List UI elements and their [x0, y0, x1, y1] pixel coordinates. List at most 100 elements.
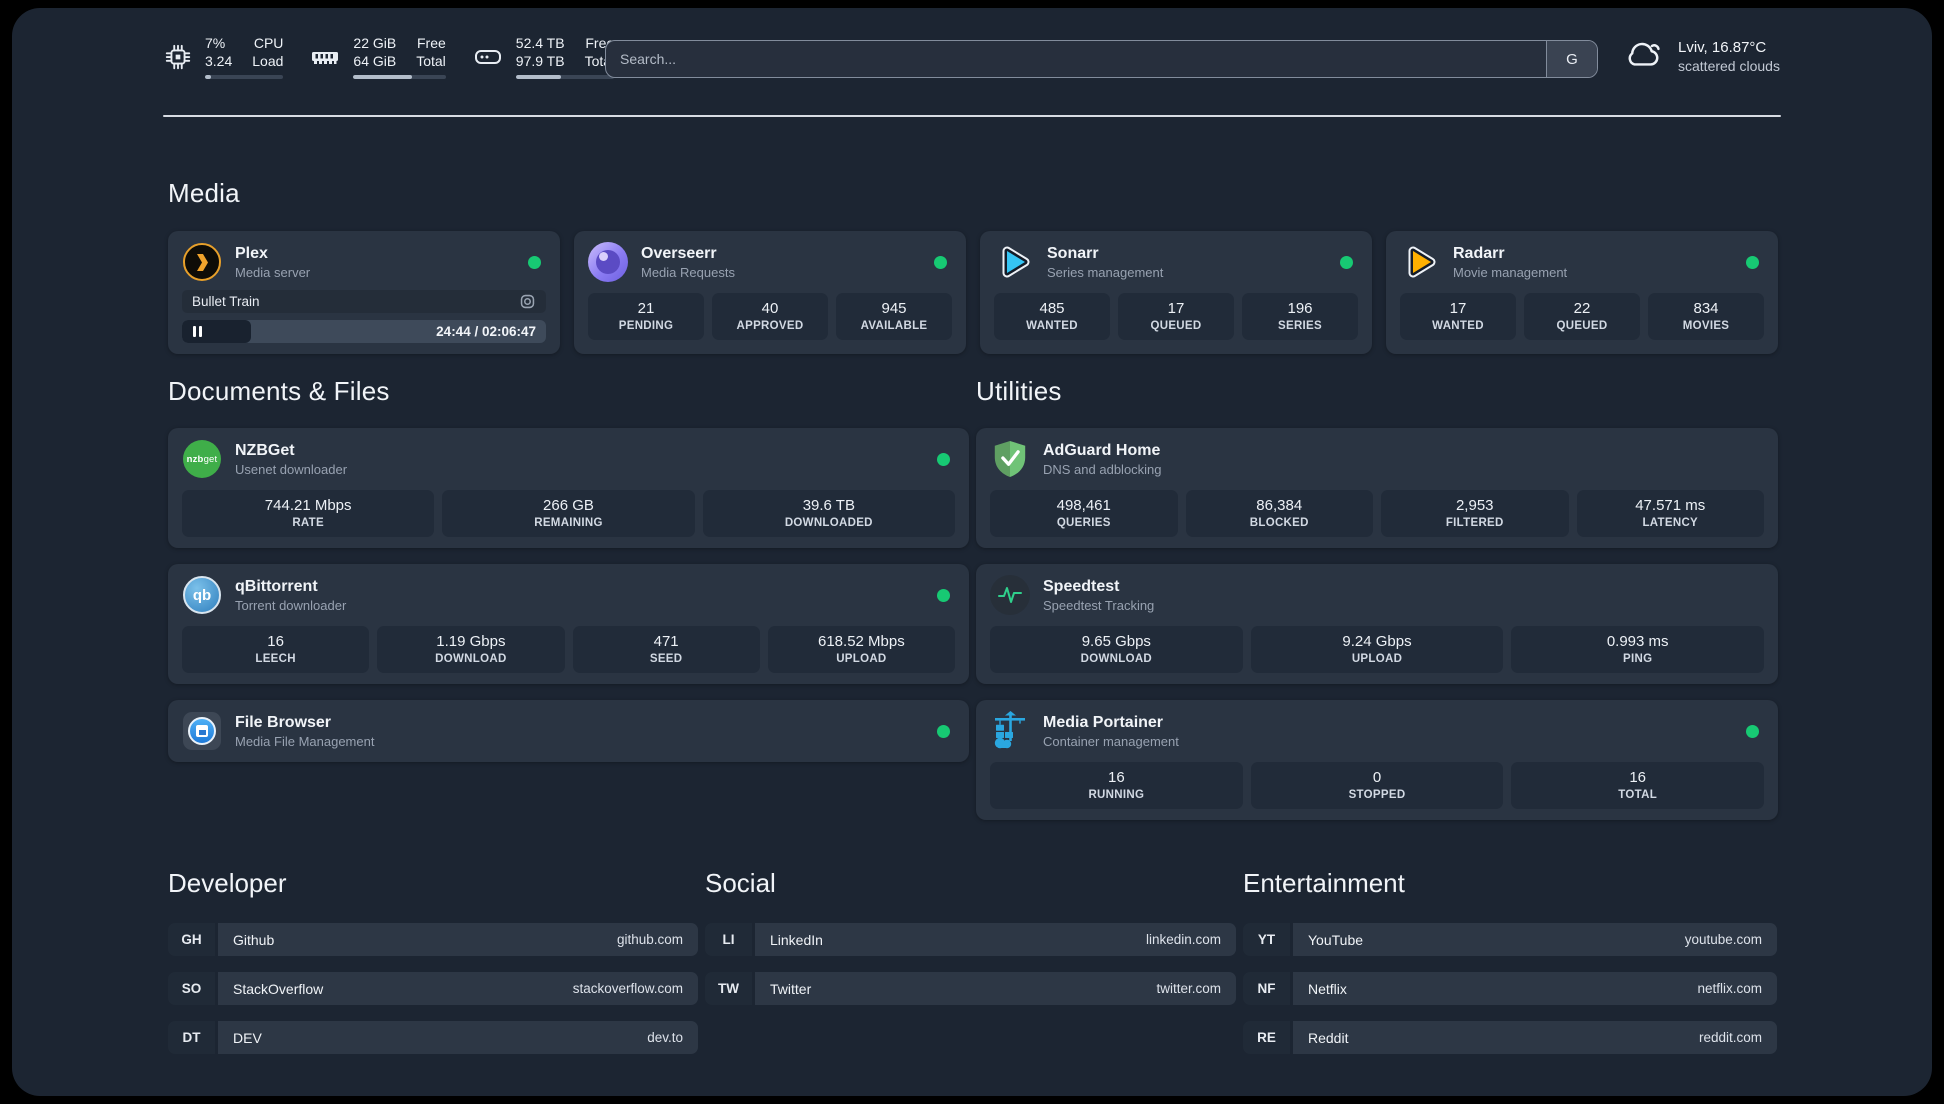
stat-value: 17: [1449, 300, 1467, 317]
stat-label: UPLOAD: [1351, 653, 1403, 665]
bookmark-netflix[interactable]: NF Netflix netflix.com: [1243, 972, 1777, 1005]
stat-tile: 17 WANTED: [1400, 293, 1516, 340]
session-icon[interactable]: [519, 293, 536, 310]
online-status-dot: [937, 452, 950, 466]
media-section: Plex Media server Bullet Train 24:44 / 0…: [168, 231, 1778, 354]
bookmark-linkedin[interactable]: LI LinkedIn linkedin.com: [705, 923, 1236, 956]
search-input[interactable]: [605, 40, 1598, 78]
stat-tile: 16 LEECH: [182, 626, 370, 673]
stat-tile: 266 GB REMAINING: [442, 490, 695, 537]
stat-label: WANTED: [1026, 320, 1078, 332]
bookmark-name: Github: [233, 931, 275, 948]
app-title: Sonarr: [1047, 244, 1099, 262]
cpu-icon: [163, 42, 193, 72]
playback-progress-bar[interactable]: 24:44 / 02:06:47: [182, 320, 546, 343]
bookmark-github[interactable]: GH Github github.com: [168, 923, 698, 956]
stat-value: 1.19 Gbps: [436, 633, 506, 650]
bookmark-youtube[interactable]: YT YouTube youtube.com: [1243, 923, 1777, 956]
search-bar: G: [605, 40, 1598, 78]
stat-label: SERIES: [1278, 320, 1322, 332]
app-card-radarr[interactable]: Radarr Movie management 17 WANTED 22 QUE…: [1386, 231, 1778, 354]
app-subtitle: Media server: [235, 264, 311, 280]
app-card-portainer[interactable]: Media Portainer Container management 16 …: [976, 700, 1778, 820]
app-card-plex[interactable]: Plex Media server Bullet Train 24:44 / 0…: [168, 231, 560, 354]
app-subtitle: DNS and adblocking: [1043, 461, 1162, 477]
online-status-dot: [937, 724, 950, 738]
bookmark-reddit[interactable]: RE Reddit reddit.com: [1243, 1021, 1777, 1054]
qbittorrent-icon: qb: [182, 575, 222, 615]
bookmark-url: reddit.com: [1698, 1030, 1762, 1045]
app-subtitle: Media File Management: [235, 733, 375, 749]
stat-tile: 744.21 Mbps RATE: [182, 490, 435, 537]
stat-value: 0: [1372, 769, 1382, 786]
stat-tile: 86,384 BLOCKED: [1185, 490, 1373, 537]
bookmark-dev[interactable]: DT DEV dev.to: [168, 1021, 698, 1054]
stat-tile: 196 SERIES: [1242, 293, 1358, 340]
online-status-dot: [1746, 724, 1759, 738]
bookmark-abbr: YT: [1243, 923, 1290, 956]
section-title-utilities: Utilities: [976, 376, 1062, 406]
search-engine-button[interactable]: G: [1546, 41, 1597, 77]
app-card-filebrowser[interactable]: File Browser Media File Management: [168, 700, 969, 762]
stat-value: 17: [1167, 300, 1185, 317]
utilities-section: AdGuard Home DNS and adblocking 498,461 …: [976, 428, 1778, 820]
stat-tile: 1.19 Gbps DOWNLOAD: [377, 626, 565, 673]
radarr-icon: [1400, 242, 1440, 282]
app-card-adguard[interactable]: AdGuard Home DNS and adblocking 498,461 …: [976, 428, 1778, 548]
stat-tile: 9.65 Gbps DOWNLOAD: [990, 626, 1243, 673]
weather-location: Lviv, 16.87°C: [1678, 39, 1767, 56]
app-subtitle: Usenet downloader: [235, 461, 348, 477]
documents-section: nzb get NZBGet Usenet downloader 744.21 M…: [168, 428, 969, 762]
bookmark-abbr: SO: [168, 972, 215, 1005]
app-card-speedtest[interactable]: Speedtest Speedtest Tracking 9.65 Gbps D…: [976, 564, 1778, 684]
weather-widget: Lviv, 16.87°C scattered clouds: [1622, 36, 1780, 77]
section-title-documents: Documents & Files: [168, 376, 390, 406]
system-monitors: 7% 3.24 CPU Load 22 GiB 64 GiB Free Total 52…: [163, 34, 615, 79]
bookmark-twitter[interactable]: TW Twitter twitter.com: [705, 972, 1236, 1005]
overseerr-icon: [588, 242, 628, 282]
monitor-labels: Free Total: [416, 35, 446, 69]
storage-icon: [472, 41, 504, 73]
stat-value: 86,384: [1256, 497, 1303, 514]
stat-label: RUNNING: [1088, 789, 1145, 801]
stat-tile: 0.993 ms PING: [1511, 626, 1765, 673]
app-card-nzbget[interactable]: nzb get NZBGet Usenet downloader 744.21 M…: [168, 428, 969, 548]
now-playing-row: Bullet Train: [182, 290, 546, 313]
bookmark-url: linkedin.com: [1145, 932, 1221, 947]
stat-value: 21: [637, 300, 655, 317]
app-subtitle: Torrent downloader: [235, 597, 347, 613]
stat-label: MOVIES: [1682, 320, 1730, 332]
stat-value: 834: [1693, 300, 1719, 317]
stat-label: PENDING: [618, 320, 674, 332]
stat-value: 498,461: [1056, 497, 1111, 514]
stat-value: 22: [1573, 300, 1591, 317]
stat-value: 40: [761, 300, 779, 317]
stat-label: APPROVED: [736, 320, 804, 332]
app-subtitle: Container management: [1043, 733, 1179, 749]
section-title-entertainment: Entertainment: [1243, 868, 1405, 898]
stat-value: 9.65 Gbps: [1081, 633, 1151, 650]
app-card-sonarr[interactable]: Sonarr Series management 485 WANTED 17 Q…: [980, 231, 1372, 354]
stat-label: LEECH: [255, 653, 296, 665]
bookmark-url: youtube.com: [1684, 932, 1762, 947]
adguard-icon: [990, 439, 1030, 479]
bookmark-stackoverflow[interactable]: SO StackOverflow stackoverflow.com: [168, 972, 698, 1005]
monitor-progress-bar: [353, 75, 446, 79]
stat-value: 39.6 TB: [802, 497, 855, 514]
bookmark-url: netflix.com: [1697, 981, 1762, 996]
stat-tile: 485 WANTED: [994, 293, 1110, 340]
pause-icon[interactable]: [193, 326, 202, 337]
online-status-dot: [1746, 255, 1759, 269]
stat-label: WANTED: [1432, 320, 1484, 332]
stat-label: SEED: [649, 653, 683, 665]
stat-value: 0.993 ms: [1606, 633, 1669, 650]
app-subtitle: Media Requests: [641, 264, 735, 280]
app-card-overseerr[interactable]: Overseerr Media Requests 21 PENDING 40 A…: [574, 231, 966, 354]
app-subtitle: Speedtest Tracking: [1043, 597, 1155, 613]
stat-value: 9.24 Gbps: [1342, 633, 1412, 650]
monitor-values: 7% 3.24: [205, 35, 233, 69]
stat-value: 744.21 Mbps: [264, 497, 352, 514]
app-card-qbittorrent[interactable]: qb qBittorrent Torrent downloader 16 LEE…: [168, 564, 969, 684]
bookmark-abbr: DT: [168, 1021, 215, 1054]
stat-label: PING: [1623, 653, 1653, 665]
